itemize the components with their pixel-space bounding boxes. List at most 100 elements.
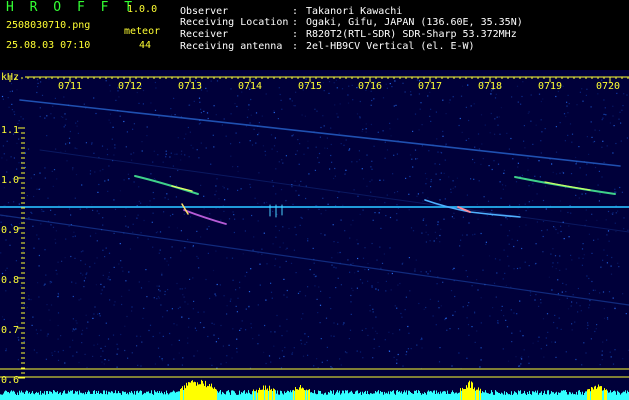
noise-dot: [351, 161, 353, 163]
power-bar: [474, 387, 475, 400]
power-bar: [253, 389, 254, 400]
noise-dot: [279, 246, 281, 248]
time-tick-label: 0713: [178, 81, 202, 92]
power-bar: [348, 393, 349, 400]
noise-dot: [608, 240, 610, 242]
noise-dot: [11, 109, 13, 111]
noise-dot: [94, 306, 96, 308]
noise-dot: [612, 212, 614, 214]
power-bar: [543, 393, 544, 400]
noise-dot: [72, 355, 74, 357]
noise-dot: [57, 359, 60, 361]
noise-dot: [466, 357, 468, 359]
noise-dot: [294, 105, 296, 107]
power-bar: [528, 394, 529, 400]
power-bar: [135, 394, 136, 400]
noise-dot: [38, 296, 40, 298]
noise-dot: [286, 296, 288, 298]
noise-dot: [373, 338, 375, 340]
noise-dot: [37, 82, 39, 84]
noise-dot: [203, 208, 205, 210]
power-bar: [553, 392, 554, 400]
noise-dot: [467, 84, 469, 86]
power-bar: [541, 391, 542, 400]
power-bar: [83, 392, 84, 400]
noise-dot: [350, 301, 352, 303]
noise-dot: [558, 317, 560, 319]
noise-dot: [8, 106, 10, 108]
noise-dot: [425, 231, 427, 233]
noise-dot: [535, 294, 537, 296]
power-bar: [333, 390, 334, 400]
noise-dot: [297, 292, 300, 294]
power-bar: [546, 394, 547, 400]
power-bar: [341, 393, 342, 400]
noise-dot: [511, 96, 513, 98]
power-bar: [42, 393, 43, 400]
noise-dot: [397, 284, 399, 286]
noise-dot: [369, 199, 371, 201]
noise-dot: [554, 227, 556, 229]
power-bar: [113, 393, 114, 400]
noise-dot: [588, 233, 590, 235]
noise-dot: [219, 284, 221, 286]
noise-dot: [429, 115, 431, 117]
noise-dot: [95, 112, 97, 115]
noise-dot: [155, 87, 157, 89]
noise-dot: [329, 297, 331, 299]
noise-dot: [270, 282, 272, 284]
power-bar: [163, 394, 164, 400]
noise-dot: [356, 161, 358, 163]
noise-dot: [121, 295, 123, 297]
noise-dot: [235, 132, 237, 134]
noise-dot: [474, 341, 476, 343]
power-bar: [286, 392, 287, 400]
power-bar: [153, 394, 154, 400]
noise-dot: [439, 234, 441, 237]
noise-dot: [540, 100, 542, 103]
info-sep-location: :: [292, 17, 299, 28]
noise-dot: [592, 289, 594, 291]
noise-dot: [102, 274, 104, 276]
power-bar: [496, 391, 497, 400]
power-bar: [392, 390, 393, 400]
noise-dot: [385, 280, 387, 282]
noise-dot: [198, 97, 201, 99]
noise-dot: [158, 116, 160, 118]
noise-dot: [379, 208, 381, 211]
noise-dot: [495, 93, 497, 95]
noise-dot: [189, 278, 191, 280]
power-bar: [485, 390, 486, 400]
noise-dot: [559, 200, 561, 202]
noise-dot: [491, 209, 493, 211]
power-bar: [619, 392, 620, 400]
noise-dot: [331, 161, 333, 163]
noise-dot: [15, 260, 17, 262]
noise-dot: [313, 365, 315, 367]
power-bar: [299, 387, 300, 400]
noise-dot: [171, 344, 173, 346]
noise-dot: [401, 263, 403, 265]
power-bar: [259, 387, 260, 400]
noise-dot: [276, 213, 278, 215]
noise-dot: [534, 263, 536, 265]
noise-dot: [371, 242, 373, 245]
noise-dot: [69, 130, 71, 133]
noise-dot: [325, 317, 328, 319]
noise-dot: [523, 349, 525, 351]
noise-dot: [399, 329, 401, 331]
power-bar: [595, 385, 596, 400]
noise-dot: [404, 309, 406, 311]
noise-dot: [517, 101, 519, 103]
power-bar: [282, 393, 283, 400]
noise-dot: [606, 339, 608, 341]
noise-dot: [33, 174, 35, 176]
power-bar: [375, 391, 376, 400]
power-bar: [405, 392, 406, 400]
power-bar: [614, 390, 615, 400]
power-bar: [100, 392, 101, 400]
noise-dot: [619, 111, 621, 113]
power-bar: [519, 391, 520, 400]
power-bar: [52, 393, 53, 400]
noise-dot: [352, 262, 354, 264]
